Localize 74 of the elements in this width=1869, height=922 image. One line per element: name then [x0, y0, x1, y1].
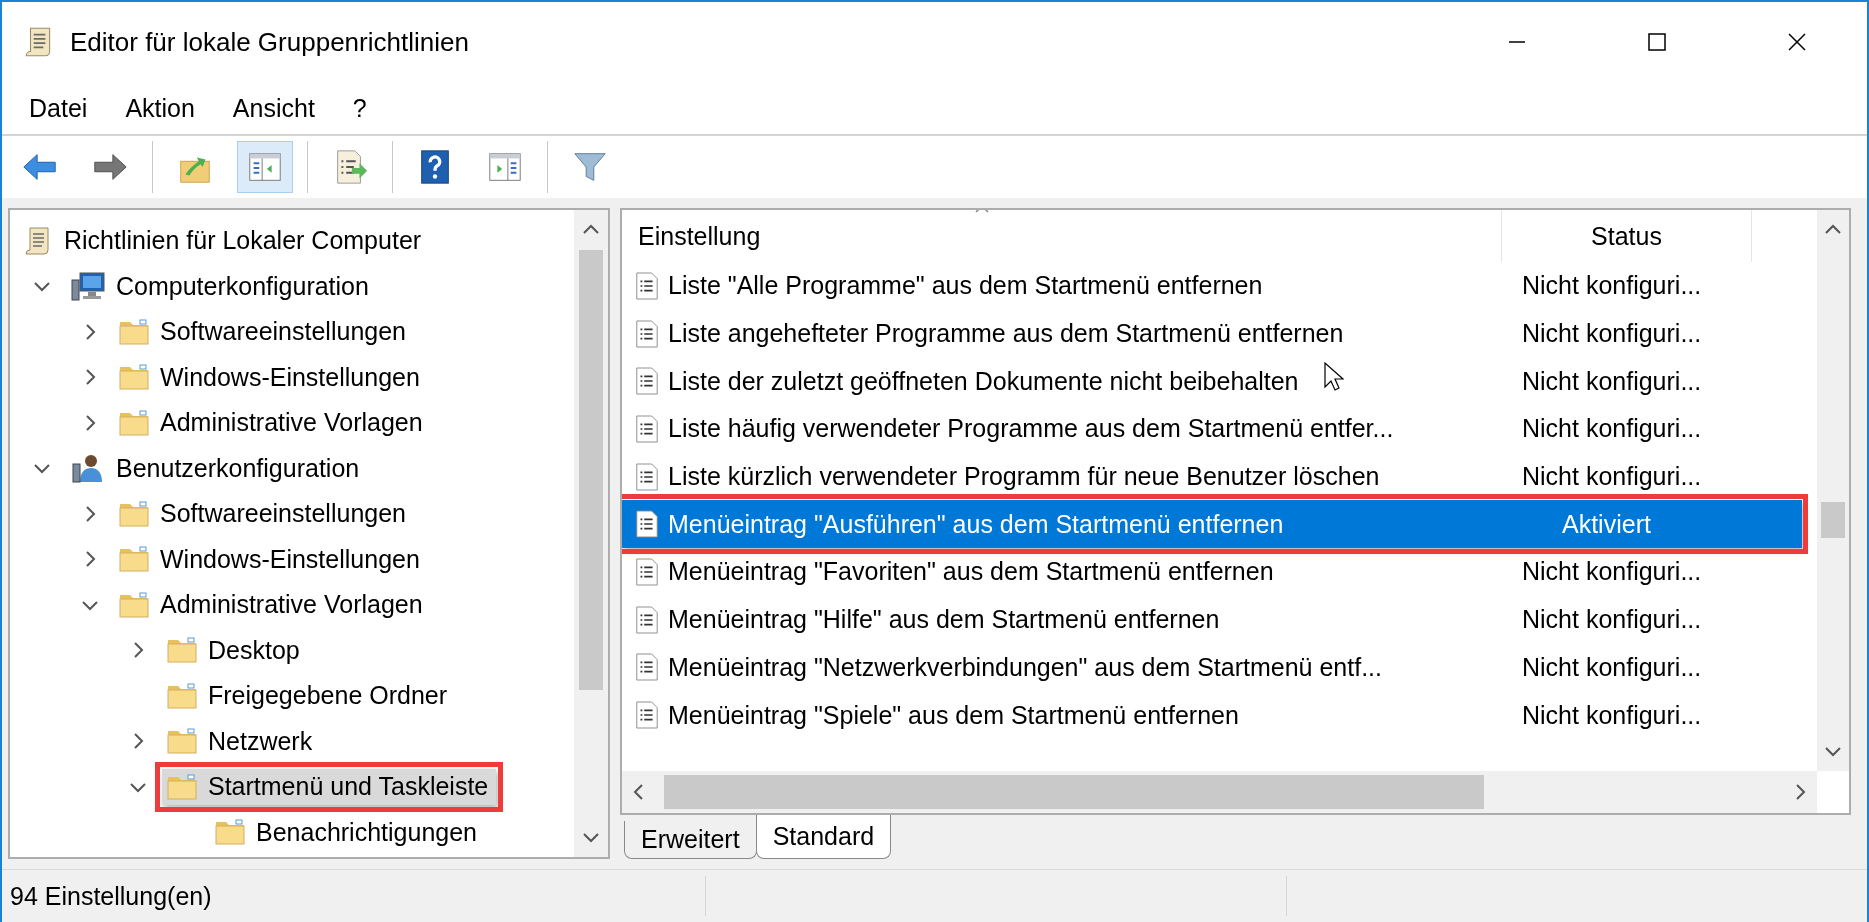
table-row[interactable]: Liste kürzlich verwendeter Programm für neue Benutzer löschen Nicht konfiguri... [622, 452, 1802, 501]
status-text: Nicht konfiguri... [1521, 462, 1703, 492]
table-row[interactable]: Liste "Alle Programme" aus dem Startmenü entfernen Nicht konfiguri... [622, 262, 1802, 310]
menu-item[interactable]: ? [333, 87, 386, 129]
setting-icon [634, 414, 660, 443]
status-text: Nicht konfiguri... [1521, 652, 1703, 682]
tree-item[interactable]: Administrative Vorlagen [114, 586, 431, 623]
view-tab[interactable]: Erweitert [624, 821, 757, 859]
minimize-icon [1509, 41, 1525, 43]
status-text: Nicht konfiguri... [1521, 700, 1703, 730]
tree-item[interactable]: Benutzerkonfiguration [66, 450, 368, 487]
menu-item[interactable]: Ansicht [213, 87, 334, 129]
setting-name: Menüeintrag "Ausführen" aus dem Startmenü entfernen [668, 509, 1284, 539]
tree-item[interactable]: Richtlinien für Lokaler Computer [18, 222, 430, 259]
setting-icon [634, 510, 660, 539]
setting-icon [634, 653, 660, 682]
table-row[interactable]: Liste der zuletzt geöffneten Dokumente nicht beibehalten Nicht konfiguri... [622, 357, 1802, 406]
window-title: Editor für lokale Gruppenrichtlinien [70, 26, 470, 58]
menu-item[interactable]: Aktion [106, 87, 214, 129]
tree-item[interactable]: Desktop [162, 632, 308, 669]
status-text: Aktiviert [1561, 509, 1652, 539]
setting-icon [634, 319, 660, 348]
status-text: 94 Einstellung(en) [9, 881, 213, 911]
setting-icon [634, 271, 660, 300]
tree-item[interactable]: Softwareeinstellungen [114, 495, 414, 532]
setting-name: Liste angehefteter Programme aus dem Startmenü entfernen [668, 319, 1344, 349]
computer-icon [70, 270, 106, 303]
tree-item[interactable]: Administrative Vorlagen [114, 404, 431, 441]
scrollbar[interactable] [1817, 210, 1849, 771]
menu-item[interactable]: Datei [10, 87, 107, 129]
horizontal-scrollbar[interactable] [622, 771, 1817, 813]
table-row[interactable]: Menüeintrag "Hilfe" aus dem Startmenü entfernen Nicht konfiguri... [622, 595, 1802, 644]
table-row[interactable]: Liste häufig verwendeter Programme aus dem Startmenü entfer... Nicht konfiguri... [622, 405, 1802, 453]
setting-name: Liste "Alle Programme" aus dem Startmenü entfernen [668, 271, 1263, 301]
tree-item[interactable]: Benachrichtigungen [210, 814, 485, 851]
tree-item[interactable]: Windows-Einstellungen [114, 359, 428, 396]
toolbar-button[interactable] [237, 141, 293, 193]
cursor-icon [1324, 362, 1344, 392]
setting-icon [634, 367, 660, 396]
tree-item[interactable]: Freigegebene Ordner [162, 677, 456, 714]
column-header[interactable]: Einstellung [622, 210, 1502, 262]
setting-name: Menüeintrag "Spiele" aus dem Startmenü entfernen [668, 700, 1239, 730]
column-header[interactable]: Status [1502, 210, 1752, 262]
setting-icon [634, 701, 660, 730]
status-text: Nicht konfiguri... [1521, 414, 1703, 444]
status-text: Nicht konfiguri... [1521, 271, 1703, 301]
tree-item[interactable]: Softwareeinstellungen [114, 313, 414, 350]
tree-item[interactable]: Computerkonfiguration [66, 268, 377, 305]
setting-name: Liste häufig verwendeter Programme aus dem Startmenü entfer... [668, 414, 1394, 444]
setting-name: Menüeintrag "Hilfe" aus dem Startmenü entfernen [668, 605, 1220, 635]
scroll-thumb[interactable] [579, 250, 603, 690]
maximize-icon [1647, 32, 1667, 52]
status-text: Nicht konfiguri... [1521, 605, 1703, 635]
table-row[interactable]: Menüeintrag "Netzwerkverbindungen" aus dem Startmenü entf... Nicht konfiguri... [622, 643, 1802, 692]
view-tab[interactable]: Standard [755, 815, 892, 859]
setting-name: Liste kürzlich verwendeter Programm für neue Benutzer löschen [668, 462, 1380, 492]
scrollbar[interactable] [574, 210, 608, 857]
setting-name: Menüeintrag "Favoriten" aus dem Startmenü entfernen [668, 557, 1274, 587]
status-text: Nicht konfiguri... [1521, 319, 1703, 349]
setting-icon [634, 557, 660, 586]
setting-name: Menüeintrag "Netzwerkverbindungen" aus dem Startmenü entf... [668, 652, 1382, 682]
scroll-thumb[interactable] [1821, 502, 1845, 538]
status-text: Nicht konfiguri... [1521, 366, 1703, 396]
status-text: Nicht konfiguri... [1521, 557, 1703, 587]
setting-name: Liste der zuletzt geöffneten Dokumente nicht beibehalten [668, 366, 1299, 396]
close-icon [1787, 32, 1807, 52]
setting-icon [634, 462, 660, 491]
setting-icon [634, 605, 660, 634]
table-row[interactable]: Liste angehefteter Programme aus dem Startmenü entfernen Nicht konfiguri... [622, 309, 1802, 358]
table-row[interactable]: Menüeintrag "Favoriten" aus dem Startmenü entfernen Nicht konfiguri... [622, 548, 1802, 596]
tree-item[interactable]: Netzwerk [162, 723, 321, 760]
scroll-thumb[interactable] [664, 775, 1484, 809]
tree-item[interactable]: Windows-Einstellungen [114, 541, 428, 578]
table-row[interactable]: Menüeintrag "Spiele" aus dem Startmenü entfernen Nicht konfiguri... [622, 691, 1802, 739]
